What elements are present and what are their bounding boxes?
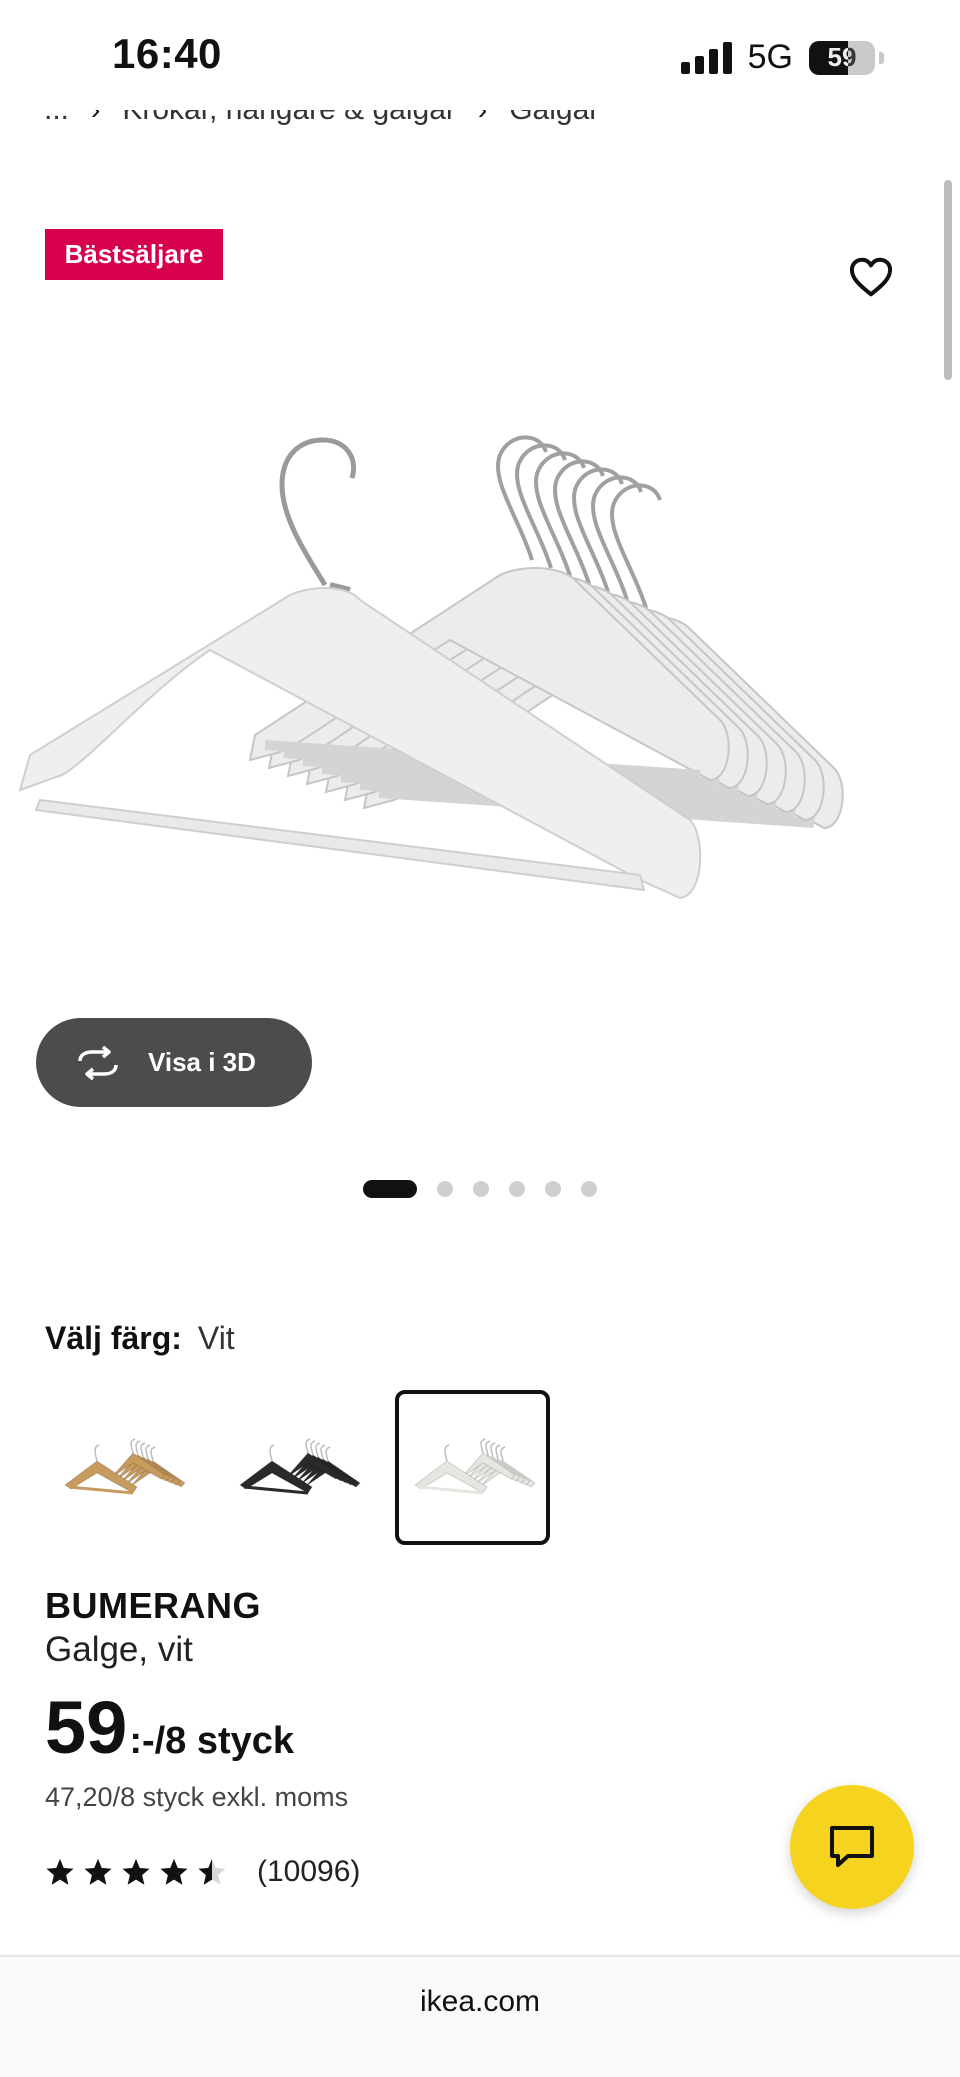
hanger-illustration: [18, 435, 844, 900]
carousel-dot[interactable]: [473, 1181, 489, 1197]
status-time: 16:40: [112, 30, 222, 77]
status-indicators: 5G 59: [680, 38, 884, 77]
chat-button[interactable]: [790, 1785, 914, 1909]
star-icon: [84, 1858, 112, 1885]
battery-percent: 59: [827, 41, 857, 72]
product-name: BUMERANG: [45, 1585, 261, 1626]
price-ex-vat: 47,20/8 styck exkl. moms: [45, 1782, 349, 1812]
hanger-thumbnail: [413, 1437, 536, 1494]
star-icon: [198, 1858, 226, 1885]
price-unit: :-/8 styck: [129, 1720, 295, 1762]
bestseller-badge: Bästsäljare: [45, 229, 223, 280]
color-value: Vit: [197, 1320, 235, 1356]
swatch-natural[interactable]: [45, 1390, 200, 1545]
carousel-dot[interactable]: [509, 1181, 525, 1197]
rotate-3d-icon: [78, 1045, 118, 1080]
hanger-thumbnail: [238, 1437, 361, 1494]
price-value: 59: [45, 1686, 128, 1769]
color-swatches: [45, 1390, 550, 1545]
network-type: 5G: [747, 38, 793, 76]
carousel-dot[interactable]: [545, 1181, 561, 1197]
browser-address-bar[interactable]: ikea.com: [0, 1955, 960, 2077]
product-image[interactable]: [0, 400, 960, 1000]
star-icon: [160, 1858, 188, 1885]
chat-icon: [830, 1826, 874, 1867]
color-selector-label: Välj färg: Vit: [45, 1320, 235, 1357]
heart-icon: [849, 257, 893, 297]
url-text: ikea.com: [419, 1985, 541, 2018]
product-price: 59 :-/8 styck: [45, 1685, 294, 1770]
rating-count: (10096): [257, 1855, 361, 1888]
color-label: Välj färg:: [45, 1320, 182, 1356]
hanger-thumbnail: [63, 1437, 186, 1494]
view-3d-button[interactable]: Visa i 3D: [36, 1018, 312, 1107]
signal-icon: [680, 41, 732, 74]
rating-stars: [45, 1857, 227, 1887]
product-description: Galge, vit: [45, 1630, 193, 1669]
battery-icon: 59: [809, 40, 875, 75]
status-bar: 16:40 5G 59: [0, 0, 960, 110]
favorite-button[interactable]: [842, 248, 900, 306]
scrollbar[interactable]: [944, 180, 952, 380]
star-icon: [122, 1858, 150, 1885]
star-icon: [46, 1858, 74, 1885]
product-rating[interactable]: (10096): [45, 1855, 360, 1889]
carousel-indicators: [363, 1179, 597, 1199]
swatch-black[interactable]: [220, 1390, 375, 1545]
swatch-white[interactable]: [395, 1390, 550, 1545]
view-3d-label: Visa i 3D: [148, 1047, 256, 1077]
carousel-dot[interactable]: [581, 1181, 597, 1197]
carousel-dot[interactable]: [363, 1180, 417, 1198]
carousel-dot[interactable]: [437, 1181, 453, 1197]
